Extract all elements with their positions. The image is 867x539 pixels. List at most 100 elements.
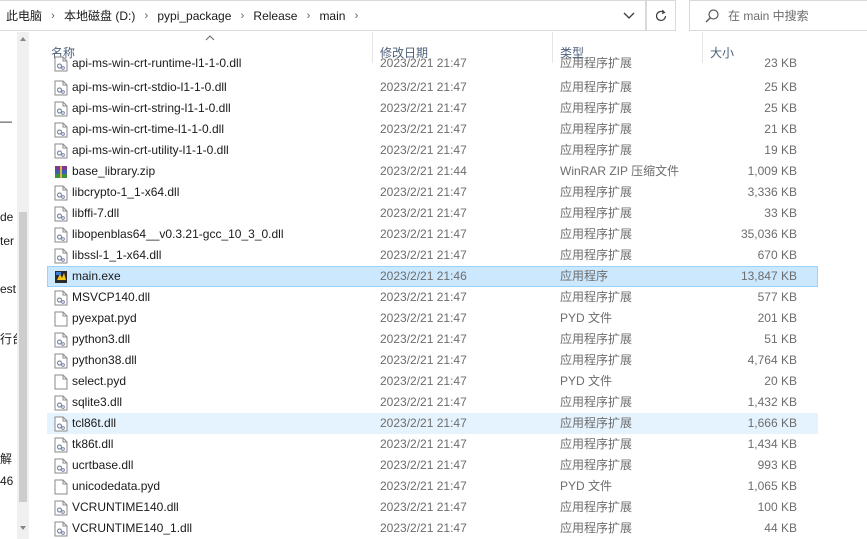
scroll-up-arrow-icon[interactable] [20,37,26,41]
scroll-down-arrow-icon[interactable] [20,526,26,530]
nav-item-fragment[interactable]: 解 [0,450,12,467]
search-icon [705,9,719,23]
file-date: 2023/2/21 21:47 [380,227,467,241]
chevron-right-icon[interactable]: › [346,10,366,22]
file-row[interactable]: unicodedata.pyd 2023/2/21 21:47 PYD 文件 1,06… [47,476,818,497]
nav-item-fragment[interactable]: — [0,114,12,128]
nav-scrollbar[interactable] [17,32,29,539]
file-type: 应用程序扩展 [560,395,633,409]
breadcrumb-drive-d[interactable]: 本地磁盘 (D:) [63,7,136,24]
file-row[interactable]: select.pyd 2023/2/21 21:47 PYD 文件 20 KB [47,371,818,392]
scrollbar-thumb[interactable] [19,212,27,502]
file-type: 应用程序扩展 [560,248,633,262]
file-row[interactable]: VCRUNTIME140.dll 2023/2/21 21:47 应用程序扩展 100… [47,497,818,518]
file-name: VCRUNTIME140.dll [72,500,179,514]
nav-item-fragment[interactable]: 46 [0,474,13,488]
file-row[interactable]: libssl-1_1-x64.dll 2023/2/21 21:47 应用程序扩展 6… [47,245,818,266]
chevron-right-icon[interactable]: › [232,10,252,22]
file-date: 2023/2/21 21:47 [380,332,467,346]
breadcrumb-main[interactable]: main [318,9,346,23]
file-row[interactable]: api-ms-win-crt-string-l1-1-0.dll 2023/2/2… [47,98,818,119]
file-size: 25 KB [764,101,797,115]
file-size: 44 KB [764,521,797,535]
dll-icon [54,395,68,411]
file-explorer-window: 此电脑 › 本地磁盘 (D:) › pypi_package › Release… [0,0,867,539]
refresh-icon [655,9,667,21]
file-size: 1,065 KB [747,479,797,493]
file-type: PYD 文件 [560,311,613,325]
file-size: 1,434 KB [747,437,797,451]
dll-icon [54,206,68,222]
search-box[interactable] [689,0,867,31]
nav-item-fragment[interactable]: de [0,210,13,224]
dll-icon [54,80,68,96]
dll-icon [54,353,68,369]
file-name: pyexpat.pyd [72,311,137,325]
file-row[interactable]: pyexpat.pyd 2023/2/21 21:47 PYD 文件 201 KB [47,308,818,329]
refresh-button[interactable] [646,0,676,31]
file-row[interactable]: python3.dll 2023/2/21 21:47 应用程序扩展 51 KB [47,329,818,350]
file-row[interactable]: sqlite3.dll 2023/2/21 21:47 应用程序扩展 1,432 KB [47,392,818,413]
dll-icon [54,416,68,432]
file-date: 2023/2/21 21:47 [380,479,467,493]
file-row[interactable]: VCRUNTIME140_1.dll 2023/2/21 21:47 应用程序扩展 4… [47,518,818,539]
file-type: 应用程序扩展 [560,353,633,367]
file-date: 2023/2/21 21:47 [380,80,467,94]
file-row[interactable]: base_library.zip 2023/2/21 21:44 WinRAR ZI… [47,161,818,182]
file-row[interactable]: api-ms-win-crt-time-l1-1-0.dll 2023/2/21 … [47,119,818,140]
file-type: 应用程序扩展 [560,521,633,535]
breadcrumb-this-pc[interactable]: 此电脑 [5,7,43,24]
file-name: VCRUNTIME140_1.dll [72,521,193,535]
chevron-right-icon[interactable]: › [298,10,318,22]
file-name: MSVCP140.dll [72,290,151,304]
file-row[interactable]: tk86t.dll 2023/2/21 21:47 应用程序扩展 1,434 KB [47,434,818,455]
file-row[interactable]: libffi-7.dll 2023/2/21 21:47 应用程序扩展 33 KB [47,203,818,224]
file-size: 33 KB [764,206,797,220]
file-row[interactable]: tcl86t.dll 2023/2/21 21:47 应用程序扩展 1,666 KB [47,413,818,434]
nav-item-fragment[interactable]: ter [0,234,14,248]
file-row[interactable]: api-ms-win-crt-runtime-l1-1-0.dll 2023/2/… [47,53,818,74]
dll-icon [54,521,68,537]
file-date: 2023/2/21 21:47 [380,206,467,220]
file-date: 2023/2/21 21:44 [380,164,467,178]
file-icon [54,479,68,495]
file-size: 100 KB [757,500,797,514]
chevron-right-icon[interactable]: › [136,10,156,22]
file-type: 应用程序扩展 [560,56,633,70]
breadcrumb-release[interactable]: Release [252,9,298,23]
file-row[interactable]: api-ms-win-crt-utility-l1-1-0.dll 2023/2/… [47,140,818,161]
file-row[interactable]: api-ms-win-crt-stdio-l1-1-0.dll 2023/2/21… [47,77,818,98]
nav-item-fragment[interactable]: est [0,282,16,296]
breadcrumb-pypi-package[interactable]: pypi_package [156,9,232,23]
file-rows: api-ms-win-crt-runtime-l1-1-0.dll 2023/2/… [30,56,867,539]
file-date: 2023/2/21 21:47 [380,143,467,157]
file-date: 2023/2/21 21:47 [380,353,467,367]
file-name: libopenblas64__v0.3.21-gcc_10_3_0.dll [72,227,284,241]
file-name: api-ms-win-crt-runtime-l1-1-0.dll [72,56,242,70]
file-type: 应用程序扩展 [560,206,633,220]
address-bar[interactable]: 此电脑 › 本地磁盘 (D:) › pypi_package › Release… [0,0,646,31]
search-input[interactable] [728,6,863,26]
file-name: libssl-1_1-x64.dll [72,248,162,262]
file-type: 应用程序扩展 [560,227,633,241]
chevron-right-icon[interactable]: › [43,10,63,22]
file-name: python38.dll [72,353,137,367]
file-date: 2023/2/21 21:47 [380,458,467,472]
file-type: 应用程序扩展 [560,122,633,136]
file-size: 19 KB [764,143,797,157]
chevron-down-icon [623,12,635,19]
file-size: 577 KB [757,290,797,304]
dll-icon [54,185,68,201]
file-size: 25 KB [764,80,797,94]
address-history-dropdown[interactable] [620,7,638,25]
file-row[interactable]: main.exe 2023/2/21 21:46 应用程序 13,847 KB [47,266,818,287]
dll-icon [54,248,68,264]
file-row[interactable]: ucrtbase.dll 2023/2/21 21:47 应用程序扩展 993 KB [47,455,818,476]
file-list: 名称 修改日期 类型 大小 api-ms-win-crt-runtime-l1-… [30,32,867,539]
file-row[interactable]: MSVCP140.dll 2023/2/21 21:47 应用程序扩展 577 KB [47,287,818,308]
file-row[interactable]: libopenblas64__v0.3.21-gcc_10_3_0.dll 202… [47,224,818,245]
file-row[interactable]: python38.dll 2023/2/21 21:47 应用程序扩展 4,764 K… [47,350,818,371]
file-row[interactable]: libcrypto-1_1-x64.dll 2023/2/21 21:47 应用程序… [47,182,818,203]
file-date: 2023/2/21 21:46 [380,269,467,283]
file-size: 21 KB [764,122,797,136]
